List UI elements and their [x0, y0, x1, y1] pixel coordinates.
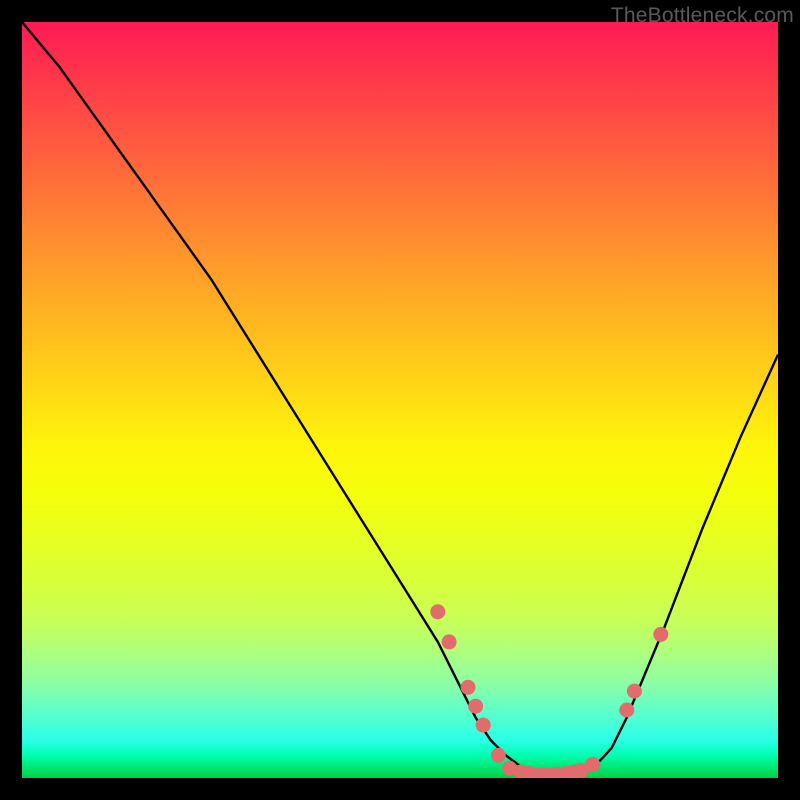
- chart-frame: [22, 22, 778, 778]
- data-marker: [476, 718, 491, 733]
- plot-area: [22, 22, 778, 778]
- data-marker: [585, 757, 600, 772]
- data-marker: [442, 634, 457, 649]
- data-markers: [430, 604, 668, 778]
- curve-layer: [22, 22, 778, 778]
- data-marker: [627, 684, 642, 699]
- data-marker: [491, 748, 506, 763]
- bottleneck-curve: [22, 22, 778, 775]
- data-marker: [430, 604, 445, 619]
- data-marker: [461, 680, 476, 695]
- attribution-label: TheBottleneck.com: [611, 4, 794, 28]
- data-marker: [653, 627, 668, 642]
- data-marker: [468, 699, 483, 714]
- data-marker: [619, 703, 634, 718]
